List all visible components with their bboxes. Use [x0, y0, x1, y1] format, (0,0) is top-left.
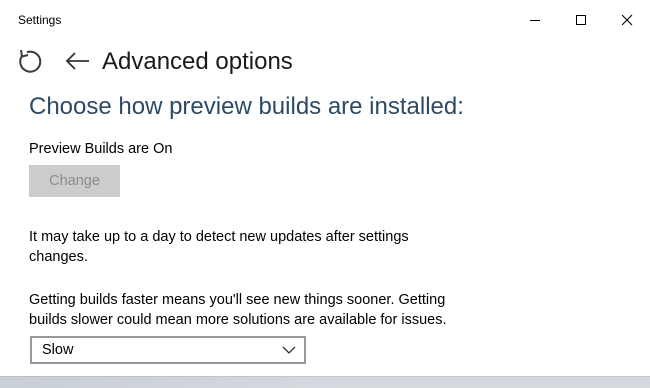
build-speed-dropdown[interactable]: Slow [30, 336, 306, 364]
window-title: Settings [18, 13, 62, 27]
detect-updates-info: It may take up to a day to detect new up… [29, 229, 409, 265]
close-icon [621, 14, 633, 26]
title-bar[interactable]: Settings [0, 0, 650, 40]
preview-builds-status: Preview Builds are On [29, 141, 173, 157]
maximize-button[interactable] [558, 0, 604, 40]
minimize-button[interactable] [512, 0, 558, 40]
back-arrow-icon[interactable] [64, 48, 92, 76]
build-speed-selected-value: Slow [42, 342, 74, 358]
reload-icon[interactable] [16, 47, 44, 75]
minimize-icon [530, 20, 540, 21]
chevron-down-icon [282, 346, 296, 354]
close-button[interactable] [604, 0, 650, 40]
page-header: Advanced options [0, 40, 650, 88]
maximize-icon [576, 15, 586, 25]
page-title: Advanced options [102, 48, 293, 75]
change-button[interactable]: Change [29, 165, 120, 197]
settings-window: Settings Advanced options Choose how pre… [0, 0, 650, 376]
section-heading: Choose how preview builds are installed: [29, 93, 464, 120]
main-content: Choose how preview builds are installed:… [0, 88, 650, 376]
build-speed-info: Getting builds faster means you'll see n… [29, 292, 447, 328]
